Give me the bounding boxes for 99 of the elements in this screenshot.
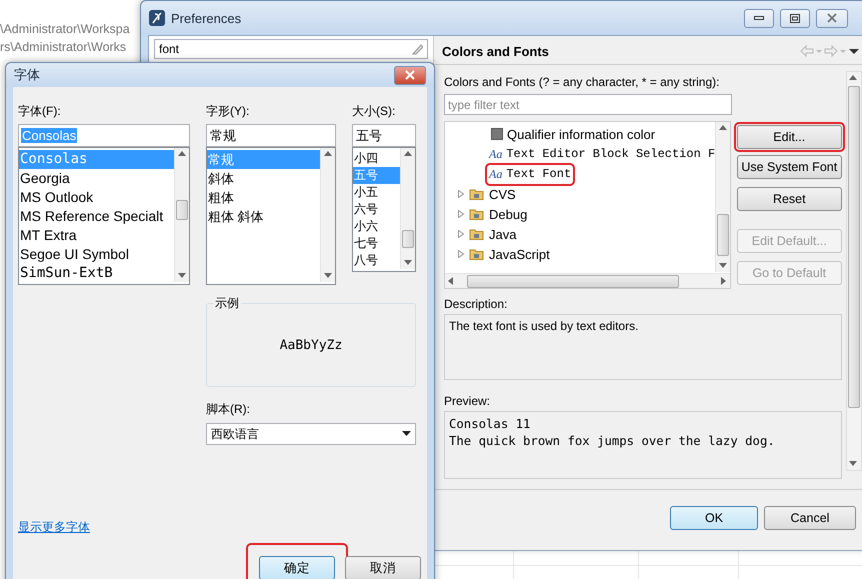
- color-swatch-icon: [491, 128, 503, 140]
- list-item[interactable]: 斜体: [207, 169, 320, 188]
- description-label: Description:: [444, 297, 508, 311]
- font-glyph-icon: Aa: [489, 166, 502, 182]
- cancel-button[interactable]: Cancel: [764, 506, 856, 530]
- maximize-button[interactable]: [780, 8, 810, 28]
- list-item[interactable]: Georgia: [19, 169, 174, 188]
- close-icon: [405, 70, 415, 80]
- tree-item-label[interactable]: Debug: [489, 206, 528, 222]
- scrollbar[interactable]: [400, 148, 415, 269]
- font-input-field[interactable]: 五号: [352, 124, 416, 147]
- scrollbar[interactable]: [174, 148, 189, 282]
- scroll-right-arrow-icon[interactable]: [720, 277, 728, 285]
- description-text: The text font is used by text editors.: [449, 319, 640, 333]
- folder-icon: [469, 187, 485, 201]
- window-title: Preferences: [171, 10, 242, 26]
- ok-button[interactable]: OK: [670, 506, 758, 530]
- scrollbar-thumb[interactable]: [467, 274, 679, 288]
- list-item[interactable]: MT Extra: [19, 226, 174, 245]
- collapsed-arrow-icon[interactable]: [457, 210, 465, 218]
- filter-label: Colors and Fonts (? = any character, * = any string):: [444, 75, 720, 89]
- scroll-down-arrow-icon[interactable]: [178, 272, 186, 280]
- list-item[interactable]: 七号: [353, 235, 400, 252]
- dialog-title: 字体: [14, 66, 40, 84]
- field-label: 大小(S):: [352, 103, 396, 120]
- list-item[interactable]: MS Reference Specialt: [19, 207, 174, 226]
- cancel-button[interactable]: 取消: [345, 556, 421, 579]
- tree-item-label[interactable]: JavaScript: [489, 246, 550, 262]
- collapsed-arrow-icon[interactable]: [457, 250, 465, 258]
- close-button[interactable]: [816, 8, 848, 28]
- scroll-up-arrow-icon[interactable]: [324, 150, 332, 158]
- scrollbar-thumb[interactable]: [176, 200, 188, 220]
- scroll-up-arrow-icon[interactable]: [849, 74, 857, 82]
- list-item[interactable]: 八号: [353, 252, 400, 269]
- tree-item-label[interactable]: Text Editor Block Selection F: [506, 147, 715, 161]
- scrollbar-thumb[interactable]: [848, 86, 860, 408]
- list-item[interactable]: SimSun-ExtB: [19, 264, 174, 283]
- list-item[interactable]: 小五: [353, 184, 400, 201]
- search-field[interactable]: font: [154, 39, 428, 59]
- sample-text: AaBbYyZz: [280, 338, 342, 352]
- action-button[interactable]: Use System Font: [736, 155, 842, 179]
- folder-icon: [469, 247, 485, 261]
- close-icon: [827, 13, 837, 23]
- list-item[interactable]: 六号: [353, 201, 400, 218]
- forward-arrow-icon[interactable]: [824, 45, 838, 57]
- scroll-up-arrow-icon[interactable]: [718, 124, 727, 132]
- list-item[interactable]: 粗体: [207, 188, 320, 207]
- collapsed-arrow-icon[interactable]: [457, 190, 465, 198]
- ok-button[interactable]: 确定: [259, 556, 335, 579]
- folder-icon: [469, 227, 485, 241]
- field-label: 脚本(R):: [206, 401, 251, 418]
- minimize-icon: [754, 16, 764, 20]
- minimize-button[interactable]: [744, 8, 774, 28]
- preview-label: Preview:: [444, 394, 492, 408]
- folder-icon: [469, 207, 485, 221]
- filter-field[interactable]: type filter text: [444, 94, 732, 115]
- tree-item-label[interactable]: Java: [489, 226, 516, 242]
- tree-item-label[interactable]: Qualifier information color: [507, 126, 656, 142]
- app-icon: [149, 10, 165, 26]
- tree-item-label[interactable]: Text Font: [506, 167, 572, 181]
- font-glyph-icon: Aa: [489, 146, 502, 162]
- scroll-up-arrow-icon[interactable]: [178, 150, 186, 158]
- preview-text: Consolas 11: [449, 416, 532, 433]
- back-arrow-icon[interactable]: [800, 45, 814, 57]
- scroll-down-arrow-icon[interactable]: [718, 262, 727, 270]
- group-label: 示例: [213, 295, 241, 312]
- page-title: Colors and Fonts: [442, 44, 549, 58]
- path-text: rs\Administrator\Works: [0, 40, 128, 54]
- scroll-left-arrow-icon[interactable]: [447, 277, 455, 285]
- scrollbar[interactable]: [846, 71, 862, 471]
- horizontal-scrollbar[interactable]: [445, 273, 730, 288]
- view-menu-icon[interactable]: [848, 46, 860, 56]
- maximize-icon: [790, 14, 800, 22]
- list-item[interactable]: 小六: [353, 218, 400, 235]
- scroll-down-arrow-icon[interactable]: [404, 259, 412, 267]
- scrollbar-thumb[interactable]: [402, 230, 414, 248]
- preview-text: The quick brown fox jumps over the lazy dog.: [449, 433, 776, 450]
- action-button[interactable]: Edit...: [736, 125, 842, 149]
- list-item[interactable]: 小四: [353, 150, 400, 167]
- tree-item-label[interactable]: CVS: [489, 186, 516, 202]
- scrollbar[interactable]: [714, 122, 730, 272]
- field-label: 字体(F):: [18, 103, 62, 120]
- scroll-up-arrow-icon[interactable]: [404, 150, 412, 158]
- dropdown-arrow-icon: [402, 431, 411, 437]
- field-label: 字形(Y):: [206, 103, 250, 120]
- more-fonts-link[interactable]: 显示更多字体: [18, 519, 90, 536]
- collapsed-arrow-icon[interactable]: [457, 230, 465, 238]
- font-input-field[interactable]: 常规: [206, 124, 336, 147]
- close-button[interactable]: [394, 66, 426, 84]
- list-item[interactable]: MS Outlook: [19, 188, 174, 207]
- list-item[interactable]: 粗体 斜体: [207, 207, 320, 226]
- list-item[interactable]: Segoe UI Symbol: [19, 245, 174, 264]
- action-button[interactable]: Reset: [736, 187, 842, 211]
- scrollbar-thumb[interactable]: [716, 214, 729, 256]
- path-text: \Administrator\Workspa: [0, 22, 130, 36]
- scroll-down-arrow-icon[interactable]: [849, 460, 857, 468]
- script-dropdown[interactable]: 西欧语言: [206, 423, 416, 445]
- scroll-down-arrow-icon[interactable]: [324, 272, 332, 280]
- scrollbar[interactable]: [320, 148, 335, 282]
